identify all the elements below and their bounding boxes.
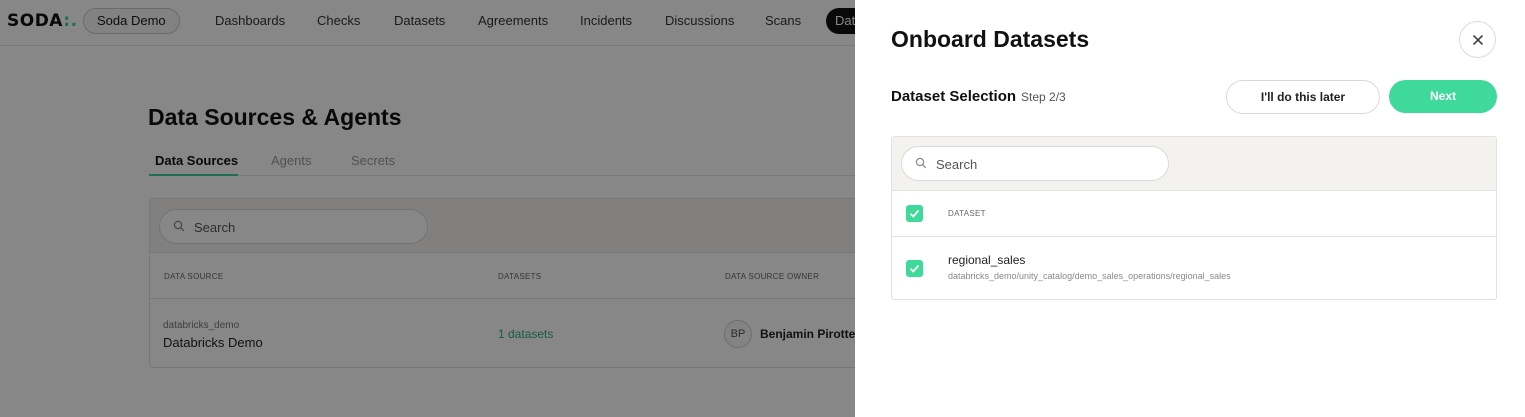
check-icon xyxy=(909,264,920,273)
table-divider xyxy=(892,236,1496,237)
onboard-datasets-drawer: Onboard Datasets Dataset Selection Step … xyxy=(855,0,1525,417)
dataset-path: databricks_demo/unity_catalog/demo_sales… xyxy=(948,271,1231,281)
select-all-checkbox[interactable] xyxy=(906,205,923,222)
column-header-dataset[interactable]: DATASET xyxy=(948,209,986,218)
step-title: Dataset Selection xyxy=(891,88,1017,105)
step-counter: Step 2/3 xyxy=(1021,90,1066,104)
drawer-title: Onboard Datasets xyxy=(891,26,1090,52)
search-icon xyxy=(915,157,927,169)
search-placeholder: Search xyxy=(936,157,978,172)
dataset-selection-table: Search DATASET regional_sales databricks… xyxy=(891,136,1497,300)
close-icon xyxy=(1472,34,1483,46)
close-button[interactable] xyxy=(1459,21,1496,58)
do-this-later-button[interactable]: I'll do this later xyxy=(1226,80,1380,114)
next-button[interactable]: Next xyxy=(1389,80,1497,113)
dataset-name: regional_sales xyxy=(948,253,1026,267)
selection-toolbar: Search xyxy=(892,137,1496,191)
check-icon xyxy=(909,209,920,218)
dataset-search-input[interactable]: Search xyxy=(901,146,1169,181)
row-checkbox[interactable] xyxy=(906,260,923,277)
